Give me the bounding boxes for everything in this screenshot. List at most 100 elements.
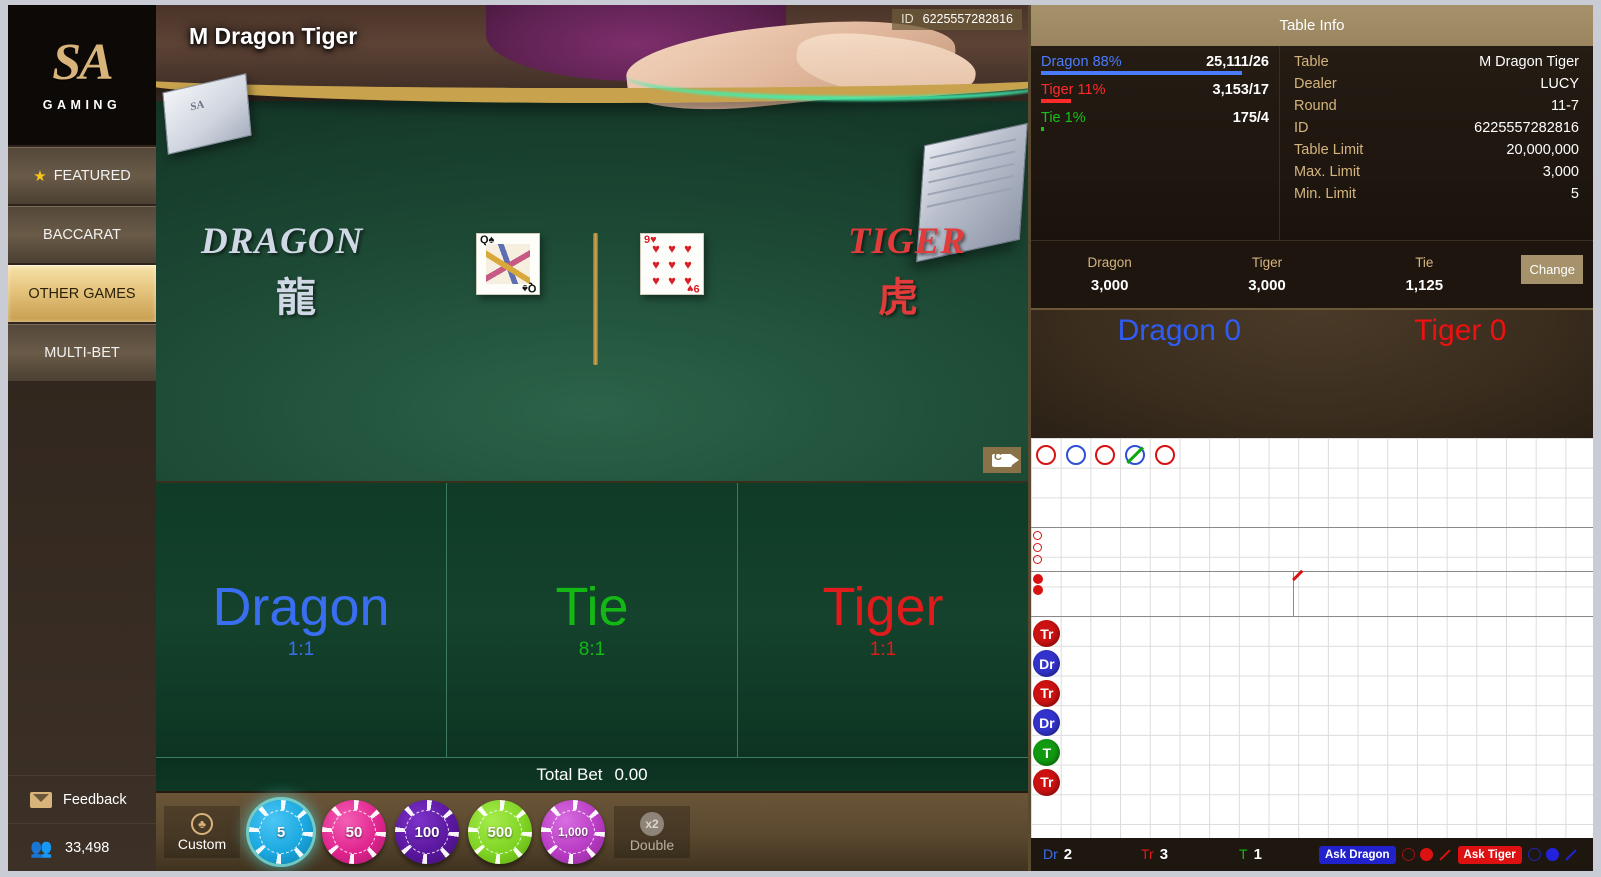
custom-chip-icon: ♣ bbox=[191, 812, 213, 835]
count-tie-label: T bbox=[1239, 846, 1248, 862]
detail-row-min-limit: Min. Limit 5 bbox=[1294, 186, 1579, 202]
predictor-slash-icon[interactable] bbox=[1438, 848, 1451, 861]
bet-spot-tiger[interactable]: Tiger 1:1 bbox=[737, 483, 1028, 757]
sidebar-item-featured[interactable]: ★ FEATURED bbox=[8, 147, 156, 204]
people-icon: 👥 bbox=[30, 837, 53, 858]
tiger-card-face: ♥ ♥ ♥ ♥ ♥ ♥ ♥ ♥ ♥ bbox=[652, 240, 692, 288]
count-dragon-label: Dr bbox=[1043, 846, 1058, 862]
bet-spot-tiger-odds: 1:1 bbox=[869, 639, 897, 661]
detail-row-dealer: Dealer LUCY bbox=[1294, 76, 1579, 92]
big-road-cell bbox=[1031, 440, 1061, 470]
table-label-dragon: DRAGON bbox=[201, 221, 364, 262]
count-tie: T 1 bbox=[1239, 846, 1319, 863]
star-icon: ★ bbox=[33, 168, 47, 185]
custom-chip-button[interactable]: ♣ Custom bbox=[164, 806, 240, 858]
predictor-slash-icon[interactable] bbox=[1565, 848, 1577, 861]
sidebar-item-label-featured: FEATURED bbox=[53, 168, 131, 184]
chip-100[interactable]: 100 bbox=[395, 800, 459, 864]
camera-switch-icon[interactable] bbox=[983, 447, 1021, 473]
statistics-column: Dragon 88% 25,111/26 Tiger 11% 3,153/17 … bbox=[1031, 46, 1279, 240]
bead-road-cell: T bbox=[1032, 738, 1062, 768]
chip-5[interactable]: 5 bbox=[249, 800, 313, 864]
chip-50-edge bbox=[322, 800, 386, 864]
big-road-cell bbox=[1150, 440, 1180, 470]
predictor-circle-filled-icon[interactable] bbox=[1419, 848, 1433, 861]
limit-dragon-value: 3,000 bbox=[1090, 277, 1129, 294]
double-bet-label: Double bbox=[629, 836, 675, 853]
bet-spot-tie[interactable]: Tie 8:1 bbox=[446, 483, 737, 757]
stat-tie-label: Tie 1% bbox=[1041, 110, 1086, 126]
bet-spot-dragon-odds: 1:1 bbox=[287, 639, 315, 661]
custom-chip-label: Custom bbox=[177, 835, 227, 852]
big-road-cell bbox=[1090, 440, 1120, 470]
count-tie-value: 1 bbox=[1253, 846, 1262, 863]
bead-marker-tiger: Tr bbox=[1033, 620, 1061, 648]
detail-key-max-limit: Max. Limit bbox=[1294, 164, 1361, 180]
big-eye-road bbox=[1033, 531, 1049, 571]
chip-500[interactable]: 500 bbox=[468, 800, 532, 864]
feedback-label: Feedback bbox=[63, 791, 127, 808]
bet-spot-dragon[interactable]: Dragon 1:1 bbox=[156, 483, 446, 757]
stat-tie-bar bbox=[1041, 127, 1045, 131]
chip-1000[interactable]: 1,000 bbox=[541, 800, 605, 864]
ask-dragon-button[interactable]: Ask Dragon bbox=[1319, 845, 1396, 864]
big-eye-marker-tiger bbox=[1033, 543, 1042, 552]
detail-value-table-limit: 20,000,000 bbox=[1506, 142, 1579, 158]
stat-tiger-label: Tiger 11% bbox=[1041, 82, 1106, 98]
detail-value-dealer: LUCY bbox=[1540, 76, 1579, 92]
total-bet-label: Total Bet bbox=[536, 764, 603, 784]
sidebar-item-baccarat[interactable]: BACCARAT bbox=[8, 206, 156, 263]
ask-tiger-button[interactable]: Ask Tiger bbox=[1457, 845, 1522, 864]
tiger-score-value: 0 bbox=[1489, 314, 1507, 347]
detail-row-table-limit: Table Limit 20,000,000 bbox=[1294, 142, 1579, 158]
bead-road-cell: Tr bbox=[1032, 767, 1062, 797]
limit-tie-value: 1,125 bbox=[1405, 277, 1444, 294]
detail-key-round: Round bbox=[1294, 98, 1337, 114]
round-id-label: ID bbox=[901, 12, 914, 26]
roadmap-area[interactable]: Tr Dr Tr Dr T Tr bbox=[1031, 438, 1593, 838]
roadmap-footer: Dr 2 Tr 3 T 1 Ask Dragon Ask Tiger bbox=[1031, 838, 1593, 871]
predictor-circle-outline-icon[interactable] bbox=[1401, 848, 1415, 861]
double-bet-button[interactable]: x2 Double bbox=[614, 806, 690, 858]
feedback-button[interactable]: Feedback bbox=[8, 775, 156, 823]
online-count: 33,498 bbox=[65, 839, 110, 856]
table-details-column: Table M Dragon Tiger Dealer LUCY Round 1… bbox=[1279, 46, 1593, 240]
table-info-body: Dragon 88% 25,111/26 Tiger 11% 3,153/17 … bbox=[1031, 46, 1593, 240]
mail-icon bbox=[30, 791, 52, 808]
stat-tie: Tie 1% 175/4 bbox=[1041, 110, 1269, 131]
count-tiger-value: 3 bbox=[1159, 846, 1169, 863]
bet-spot-tie-odds: 8:1 bbox=[578, 639, 606, 661]
detail-key-id: ID bbox=[1294, 120, 1309, 136]
detail-key-table: Table bbox=[1294, 54, 1329, 70]
bead-road: Tr Dr Tr Dr T Tr bbox=[1032, 619, 1062, 797]
chip-tray: ♣ Custom 5 50 100 500 1,000 bbox=[156, 791, 1028, 871]
small-road-marker-tiger bbox=[1033, 574, 1043, 584]
stat-tiger-value: 3,153/17 bbox=[1212, 82, 1269, 98]
sidebar-item-other-games[interactable]: OTHER GAMES bbox=[8, 265, 156, 322]
detail-value-min-limit: 5 bbox=[1570, 186, 1579, 202]
big-road-cell bbox=[1061, 440, 1091, 470]
live-video-feed[interactable]: M Dragon Tiger ID 6225557282816 DRAGON 龍… bbox=[156, 5, 1028, 481]
detail-value-table: M Dragon Tiger bbox=[1479, 54, 1579, 70]
chip-50[interactable]: 50 bbox=[322, 800, 386, 864]
big-road-marker-tiger bbox=[1154, 444, 1175, 465]
limit-tie: Tie 1,125 bbox=[1346, 255, 1503, 294]
bet-spot-tiger-label: Tiger bbox=[822, 576, 944, 637]
stat-tie-value: 175/4 bbox=[1232, 110, 1269, 126]
big-eye-marker-tiger bbox=[1033, 555, 1042, 564]
predictor-circle-outline-icon[interactable] bbox=[1527, 848, 1541, 861]
total-bet-bar: Total Bet 0.00 bbox=[156, 757, 1028, 791]
change-limit-button[interactable]: Change bbox=[1521, 255, 1583, 284]
logo-mark: SA bbox=[52, 34, 114, 92]
count-dragon-value: 2 bbox=[1063, 846, 1073, 863]
detail-row-id: ID 6225557282816 bbox=[1294, 120, 1579, 136]
predictor-circle-filled-icon[interactable] bbox=[1545, 848, 1559, 861]
game-main: M Dragon Tiger ID 6225557282816 DRAGON 龍… bbox=[156, 5, 1028, 871]
tiger-score-label: Tiger bbox=[1414, 314, 1482, 347]
big-eye-marker-tiger bbox=[1033, 531, 1042, 540]
sidebar-item-multi-bet[interactable]: MULTI-BET bbox=[8, 324, 156, 381]
limit-tiger-label: Tiger bbox=[1251, 255, 1283, 270]
big-road bbox=[1031, 440, 1179, 470]
bet-limits-bar: Dragon 3,000 Tiger 3,000 Tie 1,125 Chang… bbox=[1031, 240, 1593, 308]
